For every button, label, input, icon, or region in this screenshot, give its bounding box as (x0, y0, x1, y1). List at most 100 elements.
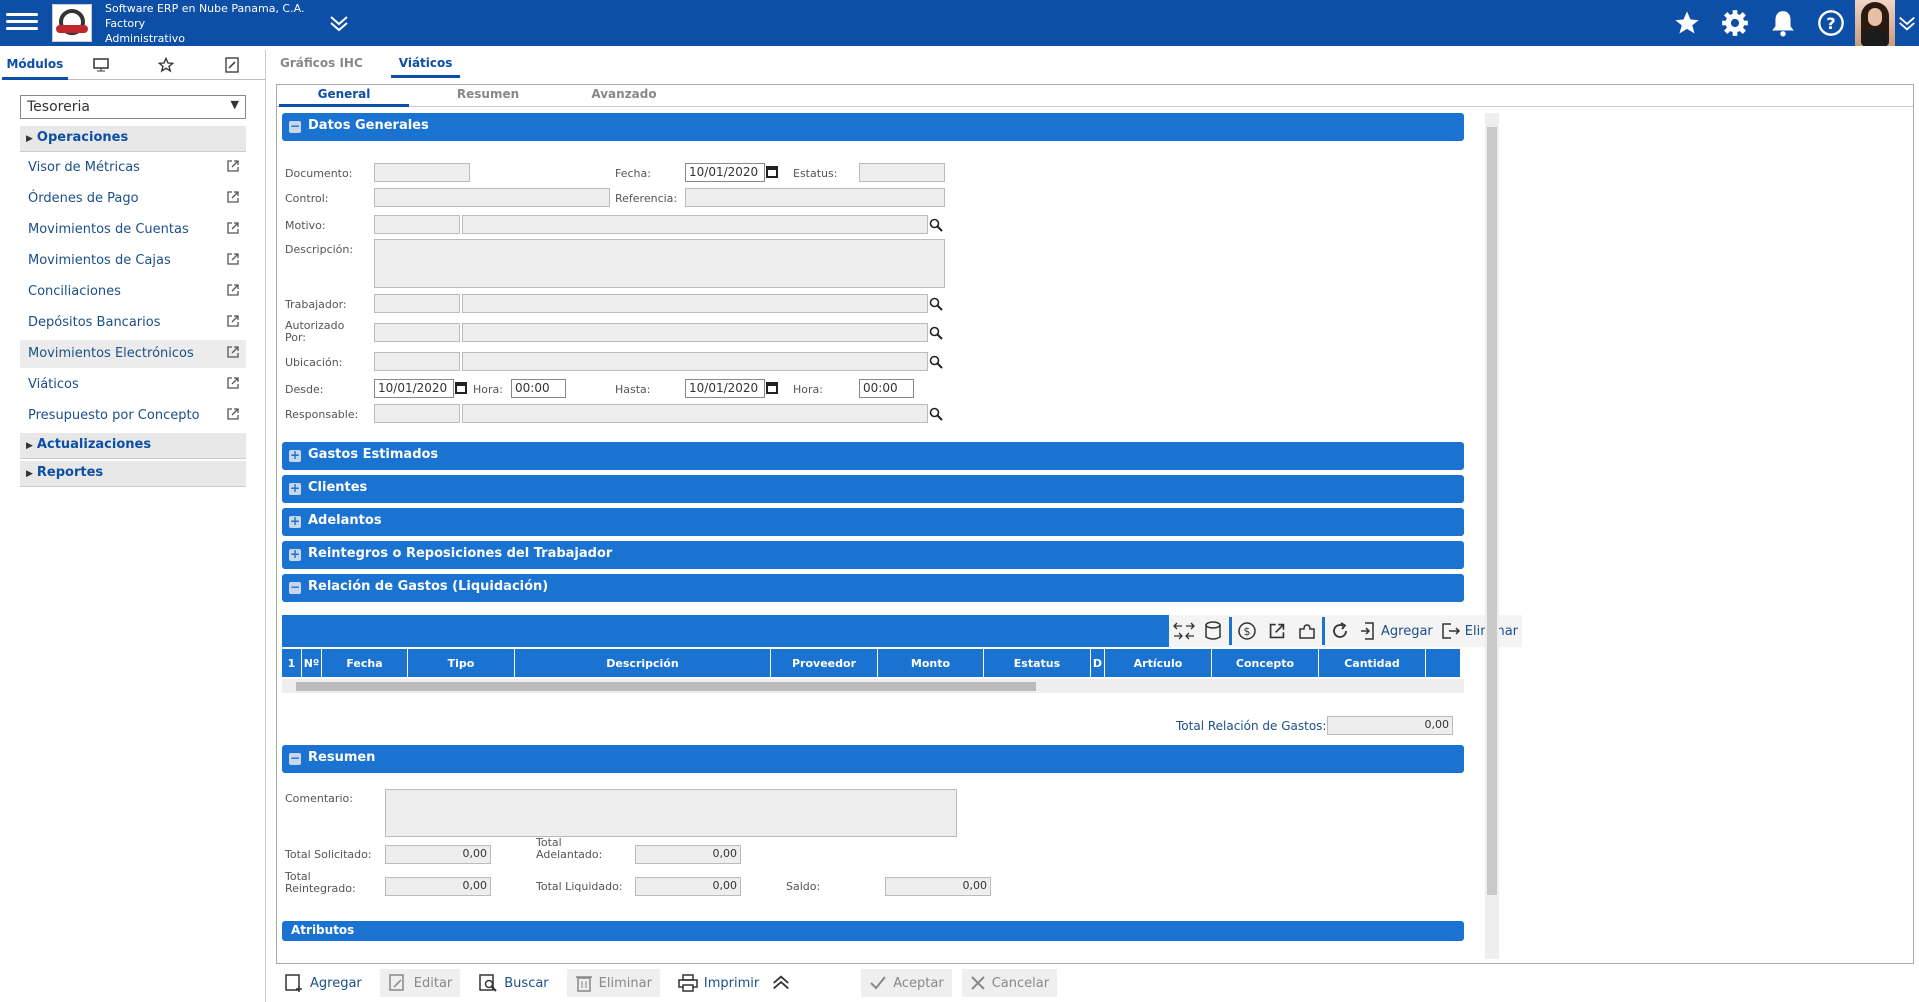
editar-button[interactable]: Editar (379, 969, 461, 997)
search-icon[interactable] (929, 297, 943, 311)
group-actualizaciones[interactable]: ▶ Actualizaciones (20, 433, 246, 459)
autorizado-desc-field[interactable] (462, 323, 928, 342)
export-icon[interactable] (1262, 616, 1292, 646)
control-field[interactable] (374, 188, 610, 207)
trabajador-code-field[interactable] (374, 294, 460, 313)
grid-add-button[interactable]: Agregar (1355, 621, 1437, 641)
grid-horizontal-scrollbar[interactable] (282, 679, 1464, 693)
tab-graficos-ihc[interactable]: Gráficos IHC (272, 50, 371, 78)
agregar-button[interactable]: Agregar (276, 969, 370, 997)
sidebar-item-movimientos-cajas[interactable]: Movimientos de Cajas (20, 247, 246, 275)
section-gastos-estimados[interactable]: + Gastos Estimados (282, 442, 1464, 470)
sidebar-item-presupuesto-concepto[interactable]: Presupuesto por Concepto (20, 402, 246, 430)
buscar-button[interactable]: Buscar (470, 969, 556, 997)
search-icon[interactable] (929, 355, 943, 369)
col-concepto[interactable]: Concepto (1212, 649, 1319, 677)
section-atributos[interactable]: Atributos (282, 921, 1464, 941)
grid-delete-button[interactable]: Eliminar (1437, 621, 1522, 641)
col-proveedor[interactable]: Proveedor (771, 649, 878, 677)
module-select[interactable]: Tesoreria ▼ (20, 95, 246, 119)
col-numero[interactable]: Nº (302, 649, 322, 677)
avatar[interactable] (1855, 0, 1895, 46)
cancelar-button[interactable]: Cancelar (961, 969, 1058, 997)
sidebar-item-visor-metricas[interactable]: Visor de Métricas (20, 154, 246, 182)
puzzle-icon[interactable] (1292, 616, 1322, 646)
collapse-icon: − (289, 119, 301, 133)
autorizado-code-field[interactable] (374, 323, 460, 342)
gear-icon[interactable] (1711, 0, 1759, 46)
col-estatus[interactable]: Estatus (984, 649, 1091, 677)
fecha-field[interactable]: 10/01/2020 (685, 163, 765, 182)
edit-doc-icon[interactable] (199, 50, 265, 80)
section-datos-generales[interactable]: − Datos Generales (282, 113, 1464, 141)
search-icon[interactable] (929, 407, 943, 421)
help-icon[interactable]: ? (1807, 0, 1855, 46)
refresh-icon[interactable] (1325, 616, 1355, 646)
calendar-icon[interactable] (455, 382, 467, 394)
hora-desde-field[interactable]: 00:00 (511, 379, 566, 398)
group-reportes[interactable]: ▶ Reportes (20, 461, 246, 487)
hasta-field[interactable]: 10/01/2020 (685, 379, 765, 398)
eliminar-button[interactable]: Eliminar (566, 969, 660, 997)
estatus-field[interactable] (859, 163, 945, 182)
calendar-icon[interactable] (766, 166, 778, 178)
motivo-code-field[interactable] (374, 215, 460, 234)
resize-columns-icon[interactable] (1169, 616, 1199, 646)
documento-field[interactable] (374, 163, 470, 182)
col-index[interactable]: 1 (282, 649, 302, 677)
desde-field[interactable]: 10/01/2020 (374, 379, 454, 398)
star-outline-icon[interactable] (134, 50, 200, 80)
hasta-label: Hasta: (615, 383, 651, 396)
section-clientes[interactable]: + Clientes (282, 475, 1464, 503)
col-tipo[interactable]: Tipo (408, 649, 515, 677)
trabajador-desc-field[interactable] (462, 294, 928, 313)
col-monto[interactable]: Monto (878, 649, 984, 677)
col-articulo[interactable]: Artículo (1105, 649, 1212, 677)
section-resumen[interactable]: − Resumen (282, 745, 1464, 773)
monitor-icon[interactable] (68, 50, 134, 80)
tab-resumen[interactable]: Resumen (423, 87, 553, 107)
tab-viaticos[interactable]: Viáticos (390, 50, 461, 78)
calendar-icon[interactable] (766, 382, 778, 394)
section-reintegros[interactable]: + Reintegros o Reposiciones del Trabajado… (282, 541, 1464, 569)
responsable-desc-field[interactable] (462, 404, 928, 423)
sidebar-item-movimientos-cuentas[interactable]: Movimientos de Cuentas (20, 216, 246, 244)
descripcion-textarea[interactable] (374, 239, 945, 288)
col-d[interactable]: D (1091, 649, 1105, 677)
tab-avanzado[interactable]: Avanzado (559, 87, 689, 107)
total-solicitado-label: Total Solicitado: (285, 848, 372, 861)
chevron-double-up-icon[interactable] (767, 969, 801, 997)
section-adelantos[interactable]: + Adelantos (282, 508, 1464, 536)
sidebar-item-depositos-bancarios[interactable]: Depósitos Bancarios (20, 309, 246, 337)
database-icon[interactable] (1199, 616, 1229, 646)
chevron-double-down-icon[interactable] (1895, 0, 1919, 46)
comentario-textarea[interactable] (385, 789, 957, 837)
sidebar-item-viaticos[interactable]: Viáticos (20, 371, 246, 399)
aceptar-button[interactable]: Aceptar (861, 969, 952, 997)
col-fecha[interactable]: Fecha (322, 649, 408, 677)
col-cantidad[interactable]: Cantidad (1319, 649, 1426, 677)
ubicacion-desc-field[interactable] (462, 352, 928, 371)
hora-hasta-field[interactable]: 00:00 (859, 379, 914, 398)
responsable-code-field[interactable] (374, 404, 460, 423)
sidebar-item-movimientos-electronicos[interactable]: Movimientos Electrónicos (20, 340, 246, 368)
tab-modulos[interactable]: Módulos (2, 50, 68, 80)
bell-icon[interactable] (1759, 0, 1807, 46)
referencia-field[interactable] (685, 188, 945, 207)
chevron-double-down-icon[interactable] (328, 12, 350, 34)
sidebar-item-ordenes-pago[interactable]: Órdenes de Pago (20, 185, 246, 213)
dollar-icon[interactable]: $ (1232, 616, 1262, 646)
motivo-desc-field[interactable] (462, 215, 928, 234)
ubicacion-code-field[interactable] (374, 352, 460, 371)
imprimir-button[interactable]: Imprimir (670, 969, 767, 997)
tab-general[interactable]: General (279, 87, 409, 107)
col-descripcion[interactable]: Descripción (515, 649, 771, 677)
search-icon[interactable] (929, 326, 943, 340)
menu-icon[interactable] (6, 9, 38, 37)
search-icon[interactable] (929, 218, 943, 232)
vertical-scrollbar[interactable] (1485, 113, 1499, 959)
group-operaciones[interactable]: ▶ Operaciones (20, 126, 246, 152)
star-icon[interactable] (1663, 0, 1711, 46)
section-relacion-gastos[interactable]: − Relación de Gastos (Liquidación) (282, 574, 1464, 602)
sidebar-item-conciliaciones[interactable]: Conciliaciones (20, 278, 246, 306)
